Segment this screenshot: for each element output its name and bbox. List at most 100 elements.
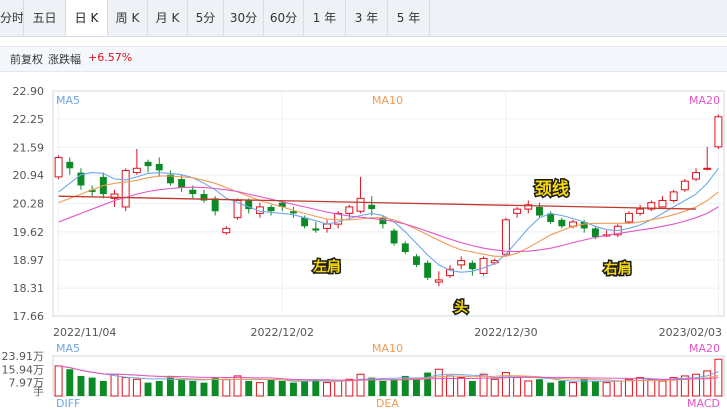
volume-bar <box>312 379 320 396</box>
volume-bar <box>457 377 466 397</box>
candle-body <box>66 161 74 169</box>
tab-4[interactable]: 月 K <box>148 0 188 36</box>
candle-body <box>479 257 488 274</box>
volume-bar <box>245 380 253 396</box>
volume-bar <box>513 377 522 397</box>
candle-body <box>401 243 409 253</box>
volume-bar <box>524 380 533 397</box>
legend-ma10: MA10 <box>372 94 403 107</box>
tab-5[interactable]: 5分 <box>188 0 224 36</box>
candle <box>669 189 678 203</box>
tab-3[interactable]: 周 K <box>108 0 148 36</box>
volume-y-axis: 23.91万15.94万7.97万 <box>2 350 45 390</box>
volume-bar <box>200 382 208 396</box>
vol-legend-ma10: MA10 <box>372 342 403 355</box>
y-tick-label: 17.66 <box>13 310 45 323</box>
volume-bar <box>479 373 488 397</box>
tab-1[interactable]: 五日 <box>24 0 66 36</box>
candle-body <box>501 219 510 255</box>
volume-bar <box>132 378 141 397</box>
volume-bar <box>88 377 96 396</box>
date-x-axis: 2022/11/04 2022/12/02 2022/12/30 2023/02/03 <box>53 326 722 339</box>
candle <box>424 260 432 280</box>
candle-body <box>178 179 186 188</box>
candle-body <box>301 217 309 227</box>
x-tick-label: 2022/12/30 <box>474 326 537 339</box>
volume-bar <box>345 378 354 397</box>
adjust-mode[interactable]: 前复权 <box>10 51 43 67</box>
volume-bar <box>468 380 476 396</box>
change-value: +6.57% <box>88 51 133 64</box>
macd-legend-macd: MACD <box>687 397 720 409</box>
volume-bar <box>144 382 152 396</box>
volume-bar <box>178 379 186 396</box>
candle-body <box>312 228 320 231</box>
pattern-label: 头 <box>454 299 468 316</box>
candle-body <box>121 169 130 208</box>
candle-body <box>54 157 63 178</box>
volume-bar <box>580 379 588 396</box>
y-tick-label: 19.62 <box>13 226 45 239</box>
price-y-axis: 22.90 22.25 21.59 20.94 20.28 19.62 18.97 18.31… <box>13 85 45 323</box>
y-tick-label: 22.90 <box>13 85 45 98</box>
candle-body <box>669 191 678 201</box>
tab-6[interactable]: 30分 <box>224 0 264 36</box>
info-bar: 前复权 涨跌幅 +6.57% <box>0 46 727 72</box>
candle-body <box>680 180 689 191</box>
volume-bar <box>54 365 63 397</box>
candle <box>54 155 63 180</box>
tab-8[interactable]: 1 年 <box>304 0 346 36</box>
volume-bar <box>424 372 432 396</box>
candle-body <box>703 167 712 170</box>
x-tick-label: 2022/12/02 <box>251 326 314 339</box>
candle-body <box>692 172 701 180</box>
vol-legend-ma5: MA5 <box>56 342 80 355</box>
volume-y-tick: 15.94万 <box>2 363 45 376</box>
candle-body <box>144 161 152 167</box>
kline-chart[interactable]: 22.90 22.25 21.59 20.94 20.28 19.62 18.97 18.31… <box>0 80 727 409</box>
candle-body <box>368 204 376 210</box>
volume-bar <box>189 380 197 396</box>
volume-y-tick: 23.91万 <box>2 350 45 363</box>
volume-bar <box>624 378 633 397</box>
y-tick-label: 20.94 <box>13 169 45 182</box>
volume-bar <box>211 377 219 396</box>
volume-bar <box>289 382 297 396</box>
volume-bar <box>536 379 543 396</box>
candle-body <box>189 189 197 195</box>
candle-body <box>267 206 275 212</box>
tab-7[interactable]: 60分 <box>264 0 304 36</box>
x-tick-label: 2023/02/03 <box>659 326 722 339</box>
candle-body <box>468 262 476 270</box>
candle-body <box>558 219 566 227</box>
tab-0[interactable]: 分时 <box>0 0 24 36</box>
y-tick-label: 18.97 <box>13 254 45 267</box>
legend-ma5: MA5 <box>56 94 80 107</box>
y-tick-label: 21.59 <box>13 141 45 154</box>
volume-bar <box>390 379 398 396</box>
y-tick-label: 22.25 <box>13 113 45 126</box>
pattern-label: 右肩 <box>603 260 632 277</box>
volume-bar <box>569 382 577 397</box>
volume-bar <box>434 368 443 397</box>
tab-10[interactable]: 5 年 <box>388 0 430 36</box>
candle-body <box>323 223 331 229</box>
volume-bar <box>110 373 119 397</box>
volume-bar <box>99 380 107 396</box>
y-tick-label: 20.28 <box>13 198 45 211</box>
candle-body <box>636 208 645 214</box>
candle <box>390 228 398 246</box>
volume-bar <box>121 377 130 397</box>
volume-bar <box>356 373 365 397</box>
volume-bar <box>547 382 555 396</box>
x-tick-label: 2022/11/04 <box>53 326 116 339</box>
volume-bar <box>412 377 420 396</box>
tab-9[interactable]: 3 年 <box>346 0 388 36</box>
candle-body <box>457 260 466 266</box>
candle-body <box>591 228 599 237</box>
tab-2[interactable]: 日 K <box>66 0 108 36</box>
vol-legend-ma20: MA20 <box>689 342 720 355</box>
candle-body <box>714 116 723 148</box>
volume-unit: 手 <box>33 384 44 398</box>
volume-bar <box>267 379 275 396</box>
